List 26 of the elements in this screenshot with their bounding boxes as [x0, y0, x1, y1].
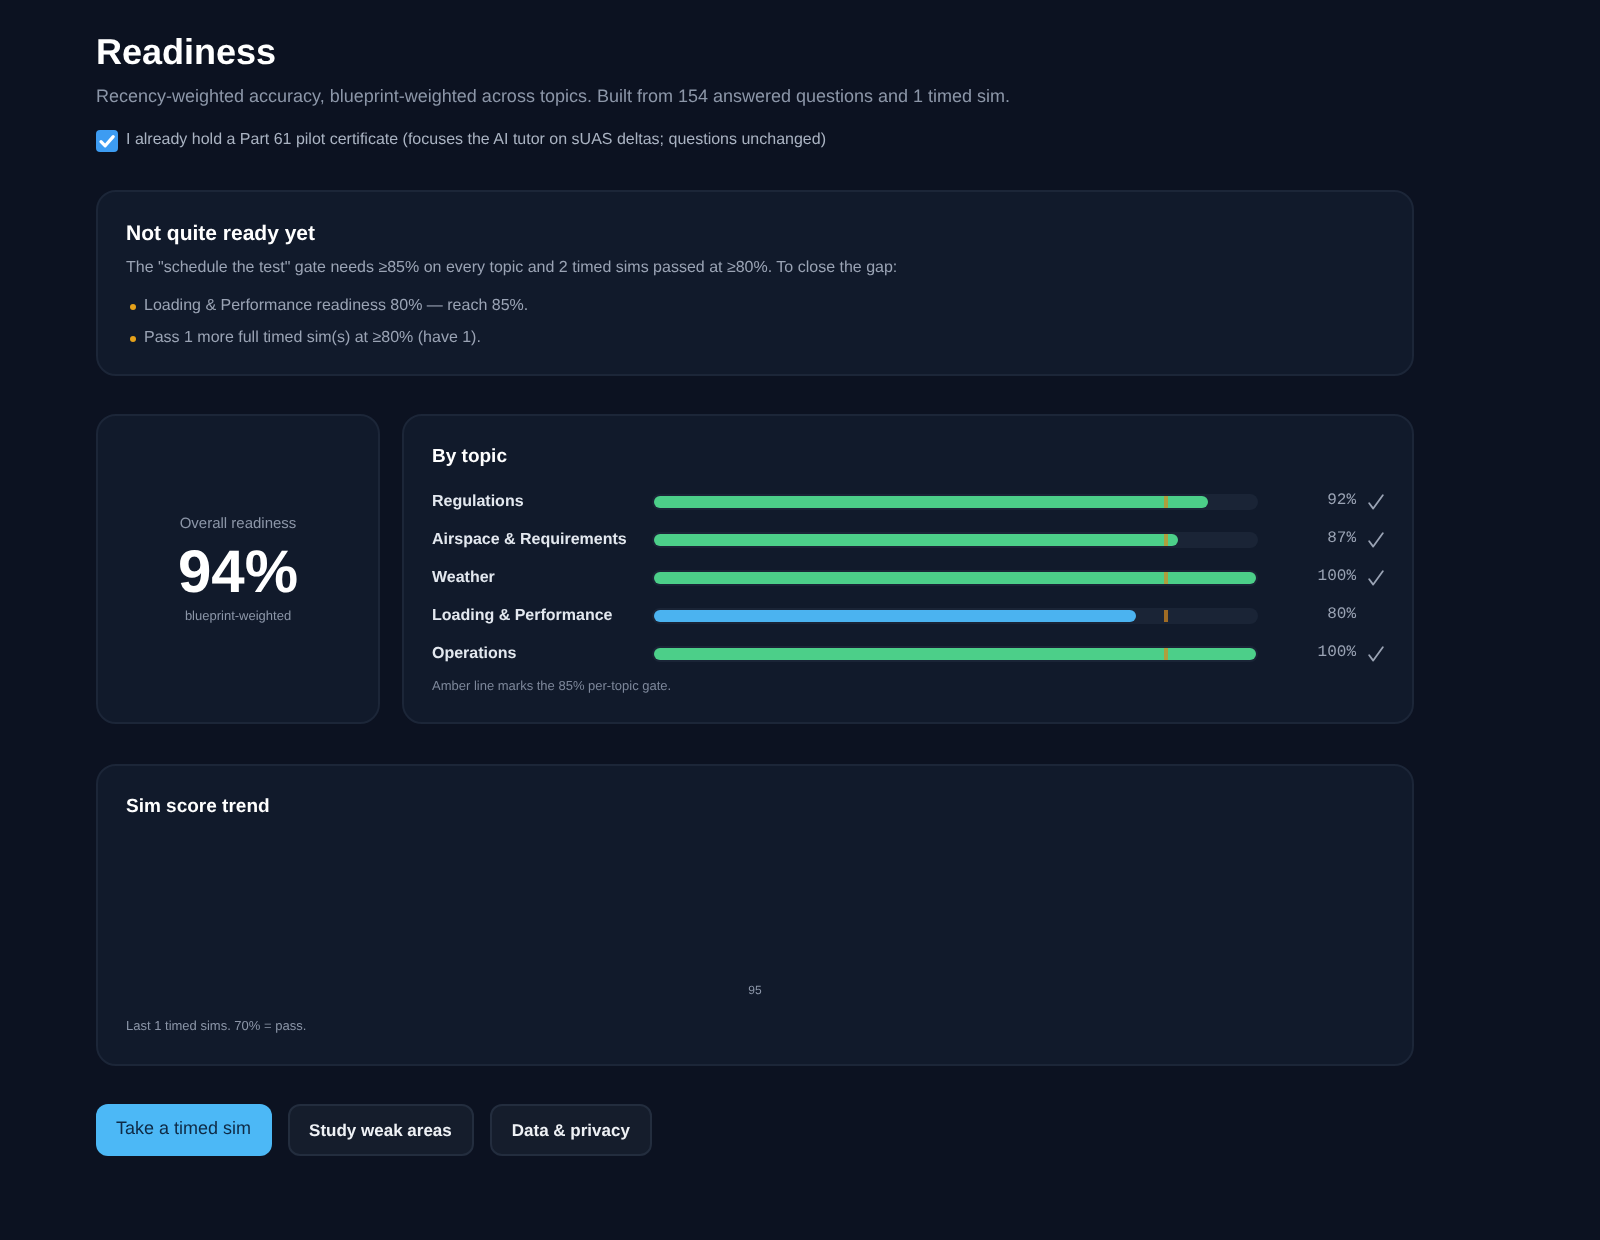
bullet-icon	[130, 335, 136, 341]
topic-label: Regulations	[432, 489, 526, 513]
overall-score: 94%	[177, 541, 299, 605]
topic-label: Airspace & Requirements	[432, 527, 629, 551]
status-description: The "schedule the test" gate needs ≥85% on every topic and 2 timed sims passed at ≥80%. To close the gap:	[126, 256, 900, 280]
topic-label: Operations	[432, 641, 519, 665]
gap-step: Pass 1 more full timed sim(s) at ≥80% (have 1).	[144, 326, 481, 350]
action-button[interactable]: Data & privacy	[489, 1104, 652, 1156]
percent-reading: 100%	[1315, 565, 1356, 589]
percent-reading: 100%	[1315, 641, 1356, 665]
percent-reading: 92%	[1325, 489, 1356, 513]
gap-step: Loading & Performance readiness 80% — reach 85%.	[144, 294, 529, 318]
page-title: Readiness	[96, 30, 279, 76]
checkbox[interactable]	[96, 129, 118, 151]
checkbox-label: I already hold a Part 61 pilot certificate (focuses the AI tutor on sUAS deltas; questions unchanged)	[126, 128, 826, 152]
percent-reading: 87%	[1325, 527, 1356, 551]
bullet-icon	[130, 303, 136, 309]
primary-button[interactable]: Take a timed sim	[96, 1104, 272, 1156]
topic-title: By topic	[432, 444, 509, 472]
page-subtitle: Recency-weighted accuracy, blueprint-weighted across topics. Built from 154 answered questions and 1 timed sim.	[96, 84, 1013, 108]
topic-label: Weather	[432, 565, 497, 589]
action-button[interactable]: Study weak areas	[287, 1104, 474, 1156]
percent-reading: 80%	[1325, 603, 1356, 627]
status-title: Not quite ready yet	[126, 220, 318, 250]
sim-trend-title: Sim score trend	[126, 794, 272, 822]
topic-label: Loading & Performance	[432, 603, 615, 627]
